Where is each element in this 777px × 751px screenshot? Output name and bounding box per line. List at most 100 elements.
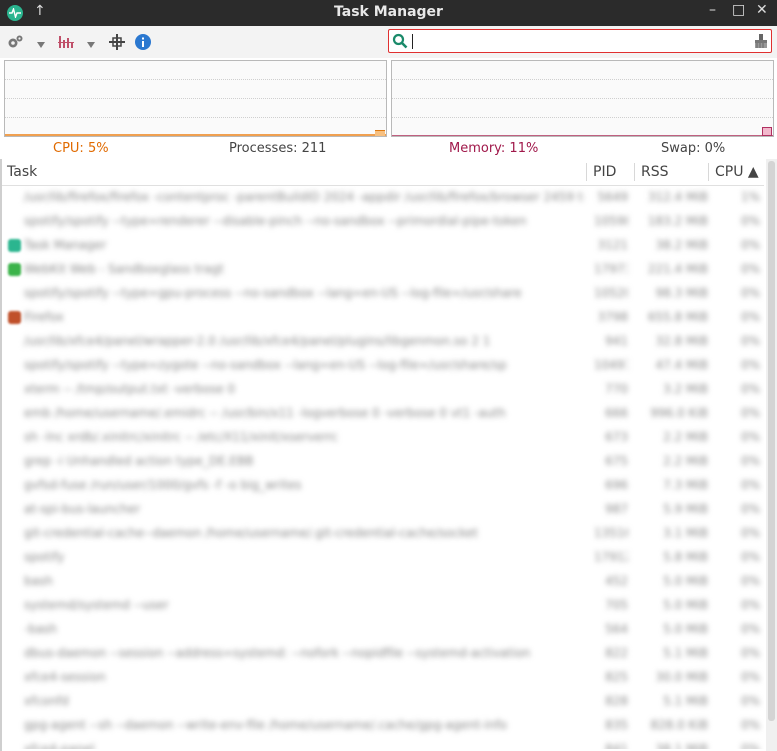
column-header-cpu[interactable]: CPU ▲ — [715, 164, 759, 180]
table-row[interactable]: xfce4-session 825 30.0 MiB 0% — [2, 666, 764, 690]
cell-rss: 3.1 MiB — [663, 526, 708, 540]
memory-graph — [391, 60, 774, 137]
cell-cpu: 0% — [740, 430, 760, 444]
table-row[interactable]: Task Manager 3121 38.2 MiB 0% — [2, 234, 764, 258]
cell-rss: 312.4 MiB — [647, 190, 708, 204]
cell-task: xfce4-session — [24, 670, 106, 684]
cell-cpu: 0% — [740, 358, 760, 372]
search-input[interactable] — [388, 29, 772, 53]
cell-task: Task Manager — [24, 238, 107, 252]
cell-rss: 5.0 MiB — [663, 574, 708, 588]
table-row[interactable]: at-spi-bus-launcher 987 5.9 MiB 0% — [2, 498, 764, 522]
table-row[interactable]: emb /home/username/.emidrc -- /usr/bin/x… — [2, 402, 764, 426]
cell-rss: 38.1 MiB — [655, 742, 708, 749]
table-row[interactable]: git-credential-cache--daemon /home/usern… — [2, 522, 764, 546]
table-row[interactable]: spotify/spotify --type=renderer --disabl… — [2, 210, 764, 234]
column-header-task[interactable]: Task — [7, 164, 37, 180]
cell-cpu: 0% — [740, 646, 760, 660]
chevron-down-icon[interactable] — [86, 35, 96, 54]
cell-task: xterm -- /tmp/output.txt -verbose 0 — [24, 382, 236, 396]
table-row[interactable]: gvfsd-fuse /run/user/1000/gvfs -f -o big… — [2, 474, 764, 498]
table-row[interactable]: xterm -- /tmp/output.txt -verbose 0 770 3.… — [2, 378, 764, 402]
table-row[interactable]: -bash 564 5.0 MiB 0% — [2, 618, 764, 642]
cell-task: dbus-daemon --session --address=systemd:… — [24, 646, 531, 660]
cell-task: emb /home/username/.emidrc -- /usr/bin/x… — [24, 406, 506, 420]
swap-usage-label: Swap: 0% — [661, 141, 726, 156]
cell-cpu: 0% — [740, 262, 760, 276]
cell-pid: 825 — [605, 670, 628, 684]
cell-pid: 666 — [605, 406, 628, 420]
cell-rss: 655.8 MiB — [647, 310, 708, 324]
cell-cpu: 0% — [740, 526, 760, 540]
cell-cpu: 0% — [740, 454, 760, 468]
cell-pid: 705 — [605, 598, 628, 612]
cell-cpu: 0% — [740, 214, 760, 228]
table-row[interactable]: spotify/spotify --type=gpu-process --no-… — [2, 282, 764, 306]
cpu-usage-label: CPU: 5% — [53, 141, 109, 156]
table-row[interactable]: systemd/systemd --user 705 5.0 MiB 0% — [2, 594, 764, 618]
cell-task: gvfsd-fuse /run/user/1000/gvfs -f -o big… — [24, 478, 302, 492]
bar-graph-icon[interactable] — [58, 34, 74, 54]
gear-icon[interactable] — [6, 34, 24, 54]
chevron-down-icon[interactable] — [36, 35, 46, 54]
cell-pid: 13516 — [594, 526, 628, 540]
column-header-pid[interactable]: PID — [593, 164, 616, 180]
cell-cpu: 0% — [740, 286, 760, 300]
cell-cpu: 0% — [740, 310, 760, 324]
table-row[interactable]: spotify/spotify --type=zygote --no-sandb… — [2, 354, 764, 378]
process-table: Task PID RSS CPU ▲ /usr/lib/firefox/fire… — [2, 159, 764, 749]
cell-rss: 996.0 KiB — [650, 406, 708, 420]
cell-task: xfce4-panel — [24, 742, 95, 749]
cell-task: grep -i Unhandled action type_DE.EBB — [24, 454, 254, 468]
cell-cpu: 0% — [740, 550, 760, 564]
cell-cpu: 0% — [740, 382, 760, 396]
cell-rss: 38.2 MiB — [655, 238, 708, 252]
cell-rss: 47.4 MiB — [655, 358, 708, 372]
table-row[interactable]: grep -i Unhandled action type_DE.EBB 675 2… — [2, 450, 764, 474]
cell-pid: 17973 — [594, 262, 628, 276]
table-row[interactable]: WebKit Web - Sandboxglass tragt 17973 221.… — [2, 258, 764, 282]
process-icon — [8, 263, 21, 276]
table-row[interactable]: dbus-daemon --session --address=systemd:… — [2, 642, 764, 666]
column-header-rss[interactable]: RSS — [641, 164, 669, 180]
cell-cpu: 0% — [740, 406, 760, 420]
crosshair-icon[interactable] — [109, 34, 125, 54]
info-icon[interactable] — [135, 34, 151, 54]
cell-task: /usr/lib/firefox/firefox -contentproc -p… — [24, 190, 584, 204]
vertical-scrollbar[interactable] — [766, 159, 777, 751]
cell-rss: 183.2 MiB — [647, 214, 708, 228]
clear-icon[interactable] — [753, 33, 769, 53]
cell-cpu: 0% — [740, 334, 760, 348]
table-row[interactable]: xfconfd 828 5.1 MiB 0% — [2, 690, 764, 714]
process-icon — [8, 239, 21, 252]
cell-rss: 5.1 MiB — [663, 646, 708, 660]
table-row[interactable]: Firefox 3798 655.8 MiB 0% — [2, 306, 764, 330]
table-row[interactable]: gpg-agent --sh --daemon --write-env-file… — [2, 714, 764, 738]
close-icon[interactable]: ✕ — [756, 2, 768, 18]
cell-rss: 7.3 MiB — [663, 478, 708, 492]
cell-pid: 696 — [605, 478, 628, 492]
table-row[interactable]: /usr/lib/xfce4/panel/wrapper-2.0 /usr/li… — [2, 330, 764, 354]
cell-cpu: 0% — [740, 670, 760, 684]
table-row[interactable]: bash 452 5.0 MiB 0% — [2, 570, 764, 594]
table-row[interactable]: /usr/lib/firefox/firefox -contentproc -p… — [2, 186, 764, 210]
cell-rss: 30.0 MiB — [655, 670, 708, 684]
cell-cpu: 0% — [740, 502, 760, 516]
cell-pid: 770 — [605, 382, 628, 396]
memory-usage-label: Memory: 11% — [449, 141, 539, 156]
cell-task: spotify/spotify --type=renderer --disabl… — [24, 214, 527, 228]
table-row[interactable]: spotify 17912 5.8 MiB 0% — [2, 546, 764, 570]
table-row[interactable]: xfce4-panel 841 38.1 MiB 0% — [2, 738, 764, 749]
cell-pid: 3121 — [597, 238, 628, 252]
table-row[interactable]: sh -lnc xrdb/.xinitrc/xinitrc -- /etc/X1… — [2, 426, 764, 450]
scrollbar-thumb[interactable] — [768, 161, 775, 721]
maximize-icon[interactable]: □ — [732, 2, 745, 18]
minimize-icon[interactable]: – — [709, 2, 716, 18]
cell-cpu: 0% — [740, 478, 760, 492]
cell-task: at-spi-bus-launcher — [24, 502, 141, 516]
cell-pid: 5649 — [597, 190, 628, 204]
cell-rss: 3.2 MiB — [663, 382, 708, 396]
cell-task: systemd/systemd --user — [24, 598, 169, 612]
cell-pid: 564 — [605, 622, 628, 636]
cell-task: /usr/lib/xfce4/panel/wrapper-2.0 /usr/li… — [24, 334, 491, 348]
